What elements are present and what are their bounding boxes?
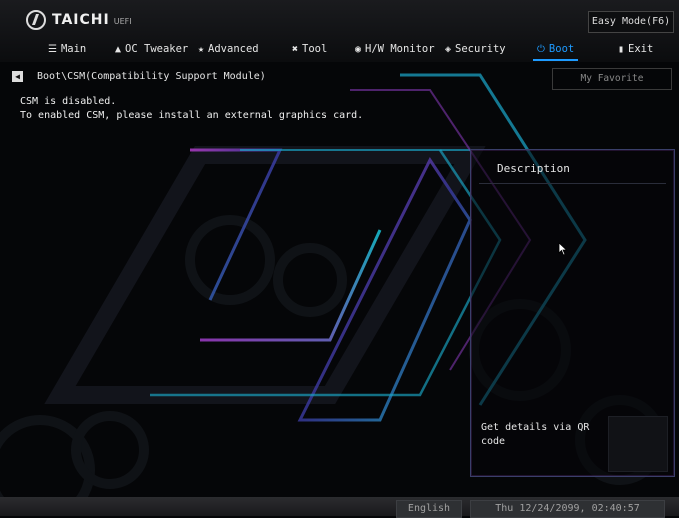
taichi-logo-icon	[26, 10, 46, 30]
tools-icon: ✖	[292, 44, 299, 55]
breadcrumb: ◀ Boot\CSM(Compatibility Support Module)	[12, 68, 266, 84]
mouse-cursor-icon	[558, 242, 568, 256]
star-icon: ★	[198, 44, 205, 55]
breadcrumb-path: Boot\CSM(Compatibility Support Module)	[37, 70, 266, 82]
tab-tool[interactable]: ✖ Tool	[292, 38, 327, 60]
language-selector[interactable]: English	[396, 500, 462, 518]
back-arrow-icon[interactable]: ◀	[12, 70, 23, 82]
tab-hw-monitor[interactable]: ◉ H/W Monitor	[355, 38, 435, 60]
shield-icon: ◈	[445, 44, 452, 55]
brand-name: TAICHI	[52, 12, 110, 28]
status-message: To enabled CSM, please install an extern…	[20, 110, 364, 121]
power-icon: ⏻	[537, 44, 545, 55]
brand-logo: TAICHI UEFI	[26, 9, 132, 31]
tab-security[interactable]: ◈ Security	[445, 38, 506, 60]
tab-main[interactable]: ☰ Main	[48, 38, 86, 60]
tab-exit[interactable]: ▮ Exit	[618, 38, 653, 60]
tab-boot[interactable]: ⏻ Boot	[532, 38, 579, 61]
brand-sub: UEFI	[113, 17, 132, 26]
status-message: CSM is disabled.	[20, 96, 117, 107]
qr-details-text: Get details via QR code	[481, 422, 590, 447]
my-favorite-button[interactable]: My Favorite	[552, 68, 672, 90]
divider	[479, 183, 666, 184]
main-nav: ☰ Main ▲ OC Tweaker ★ Advanced ✖ Tool ◉ H/W M…	[0, 38, 679, 61]
description-title: Description	[497, 162, 570, 175]
tab-advanced[interactable]: ★ Advanced	[198, 38, 259, 60]
list-icon: ☰	[48, 44, 57, 55]
datetime-display: Thu 12/24/2099, 02:40:57	[470, 500, 665, 518]
tab-oc-tweaker[interactable]: ▲ OC Tweaker	[115, 38, 188, 60]
easy-mode-button[interactable]: Easy Mode(F6)	[588, 11, 674, 33]
monitor-icon: ◉	[355, 44, 362, 55]
exit-icon: ▮	[618, 44, 625, 55]
qr-code-area	[608, 416, 668, 472]
rocket-icon: ▲	[115, 44, 122, 55]
